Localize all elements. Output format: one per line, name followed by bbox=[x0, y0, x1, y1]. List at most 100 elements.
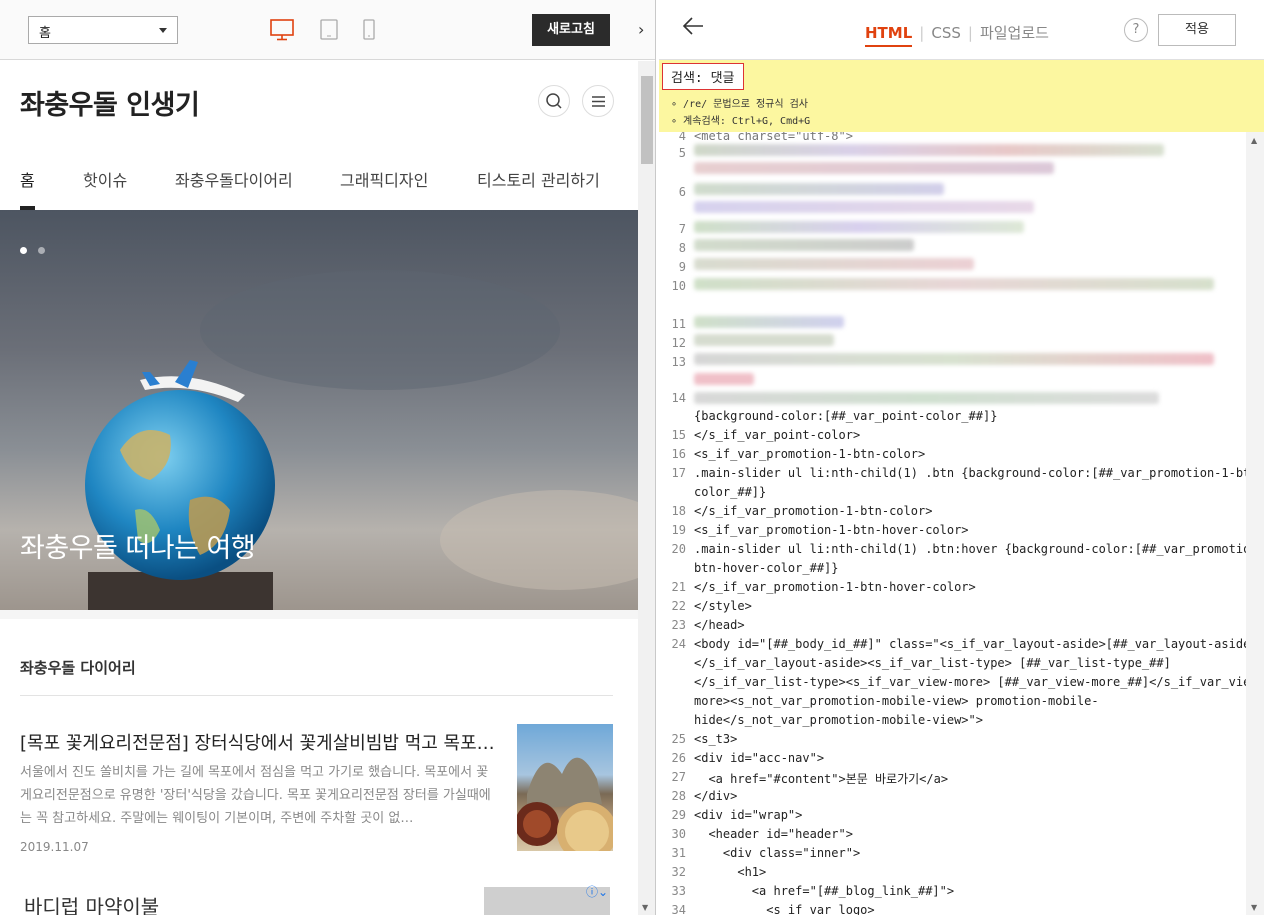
editor-scrollbar[interactable]: ▲ ▼ bbox=[1246, 132, 1264, 915]
line-number: 22 bbox=[671, 599, 686, 613]
post-thumbnail[interactable] bbox=[517, 724, 613, 851]
ad-title[interactable]: 바디럽 마약이불 bbox=[24, 891, 159, 915]
refresh-button[interactable]: 새로고침 bbox=[532, 14, 610, 46]
search-hint-next-text: 계속검색: Ctrl+G, Cmd+G bbox=[683, 116, 811, 127]
post-date: 2019.11.07 bbox=[20, 840, 89, 854]
code-line[interactable]: color_##]} bbox=[694, 485, 766, 499]
preview-scrollbar[interactable] bbox=[638, 61, 655, 915]
line-number: 34 bbox=[671, 903, 686, 915]
line-number: 15 bbox=[671, 428, 686, 442]
tab-separator: | bbox=[919, 24, 925, 42]
nav-item-hot-issue[interactable]: 핫이슈 bbox=[83, 167, 127, 191]
tab-css[interactable]: CSS bbox=[931, 24, 961, 42]
code-line[interactable]: <a href="[##_blog_link_##]"> bbox=[694, 884, 954, 898]
slider-dot-active[interactable] bbox=[20, 247, 27, 254]
search-icon[interactable] bbox=[538, 85, 570, 117]
line-number: 8 bbox=[678, 241, 686, 255]
ad-info-icon[interactable]: ⓘ⌄ bbox=[586, 883, 608, 900]
line-number: 6 bbox=[678, 185, 686, 199]
code-line[interactable]: <s_if_var_promotion-1-btn-color> bbox=[694, 447, 925, 461]
search-hint-next: ∘ 계속검색: Ctrl+G, Cmd+G bbox=[671, 116, 811, 127]
scroll-down-icon[interactable]: ▼ bbox=[1251, 903, 1257, 912]
tab-file-upload[interactable]: 파일업로드 bbox=[980, 24, 1049, 42]
line-number: 18 bbox=[671, 504, 686, 518]
line-number: 5 bbox=[678, 146, 686, 160]
code-line[interactable]: </div> bbox=[694, 789, 737, 803]
code-line[interactable]: hide</s_not_var_promotion-mobile-view>"> bbox=[694, 713, 983, 727]
code-line[interactable]: </head> bbox=[694, 618, 745, 632]
scroll-down-icon[interactable]: ▼ bbox=[642, 903, 648, 912]
nav-item-home[interactable]: 홈 bbox=[20, 167, 35, 191]
help-button[interactable]: ? bbox=[1124, 18, 1148, 42]
menu-icon[interactable] bbox=[582, 85, 614, 117]
code-line[interactable]: <s_if_var_promotion-1-btn-hover-color> bbox=[694, 523, 969, 537]
food-photo bbox=[517, 757, 613, 851]
scroll-up-icon[interactable]: ▲ bbox=[1251, 136, 1257, 145]
nav-item-tistory-admin[interactable]: 티스토리 관리하기 bbox=[477, 167, 600, 191]
tab-html[interactable]: HTML bbox=[865, 24, 913, 47]
search-hint-regex: ∘ /re/ 문법으로 정규식 검사 bbox=[671, 99, 808, 110]
line-number: 25 bbox=[671, 732, 686, 746]
code-line[interactable]: btn-hover-color_##]} bbox=[694, 561, 839, 575]
line-number: 14 bbox=[671, 391, 686, 405]
code-line[interactable]: <div id="wrap"> bbox=[694, 808, 802, 822]
redacted-code bbox=[694, 316, 844, 328]
code-line[interactable]: </style> bbox=[694, 599, 752, 613]
code-line[interactable]: <h1> bbox=[694, 865, 766, 879]
code-line[interactable]: <s_if_var_logo> bbox=[694, 903, 874, 915]
code-line[interactable]: </s_if_var_layout-aside><s_if_var_list-t… bbox=[694, 656, 1171, 670]
redacted-code bbox=[694, 373, 754, 385]
code-line[interactable]: {background-color:[##_var_point-color_##… bbox=[694, 409, 997, 423]
apply-button[interactable]: 적용 bbox=[1158, 14, 1236, 46]
redacted-code bbox=[694, 239, 914, 251]
code-line[interactable]: </s_if_var_point-color> bbox=[694, 428, 860, 442]
line-number: 7 bbox=[678, 222, 686, 236]
code-line[interactable]: <div class="inner"> bbox=[694, 846, 860, 860]
line-number: 13 bbox=[671, 355, 686, 369]
page-select[interactable]: 홈 bbox=[28, 16, 178, 44]
back-arrow-icon[interactable] bbox=[681, 14, 705, 44]
code-line[interactable]: <a href="#content">본문 바로가기</a> bbox=[694, 770, 948, 787]
line-number: 27 bbox=[671, 770, 686, 784]
line-number: 32 bbox=[671, 865, 686, 879]
slider-dot[interactable] bbox=[38, 247, 45, 254]
code-line[interactable]: more><s_not_var_promotion-mobile-view> p… bbox=[694, 694, 1099, 708]
hero-slider[interactable]: 좌충우돌 떠나는 여행 bbox=[0, 210, 638, 610]
line-number: 4 bbox=[678, 132, 686, 143]
code-editor[interactable]: 4 <meta charset="utf-8"> 5 6 7 8 9 10 11 12 13 14 {b… bbox=[659, 132, 1246, 915]
code-line[interactable]: <body id="[##_body_id_##]" class="<s_if_… bbox=[694, 637, 1246, 651]
preview-pane: 홈 새로고침 › 좌충우돌 인생기 홈 핫이슈 좌충우돌다이어리 그래픽디자인 … bbox=[0, 0, 656, 915]
code-line[interactable]: .main-slider ul li:nth-child(1) .btn {ba… bbox=[694, 466, 1246, 480]
redacted-code bbox=[694, 392, 1159, 404]
redacted-code bbox=[694, 258, 974, 270]
code-line[interactable]: </s_if_var_promotion-1-btn-color> bbox=[694, 504, 932, 518]
line-number: 23 bbox=[671, 618, 686, 632]
line-number: 20 bbox=[671, 542, 686, 556]
tablet-view-icon[interactable] bbox=[320, 19, 338, 45]
blog-title[interactable]: 좌충우돌 인생기 bbox=[20, 83, 200, 122]
post-excerpt[interactable]: 서울에서 진도 쏠비치를 가는 길에 목포에서 점심을 먹고 가기로 했습니다.… bbox=[20, 761, 498, 830]
line-number: 28 bbox=[671, 789, 686, 803]
hero-title[interactable]: 좌충우돌 떠나는 여행 bbox=[20, 526, 256, 565]
search-input[interactable]: 검색: 댓글 bbox=[662, 63, 744, 90]
page-select-value: 홈 bbox=[39, 26, 51, 41]
code-line[interactable]: </s_if_var_promotion-1-btn-hover-color> bbox=[694, 580, 976, 594]
line-number: 31 bbox=[671, 846, 686, 860]
code-line[interactable]: <meta charset="utf-8"> bbox=[694, 132, 853, 143]
code-line[interactable]: <s_t3> bbox=[694, 732, 737, 746]
line-number: 26 bbox=[671, 751, 686, 765]
code-line[interactable]: </s_if_var_list-type><s_if_var_view-more… bbox=[694, 675, 1246, 689]
redacted-code bbox=[694, 278, 1214, 290]
editor-pane: HTML | CSS | 파일업로드 ? 적용 검색: 댓글 ∘ /re/ 문법으로 정… bbox=[659, 0, 1264, 915]
nav-item-diary[interactable]: 좌충우돌다이어리 bbox=[175, 167, 293, 191]
post-title[interactable]: [목포 꽃게요리전문점] 장터식당에서 꽃게살비빔밥 먹고 목포… bbox=[20, 729, 500, 755]
code-line[interactable]: <header id="header"> bbox=[694, 827, 853, 841]
mobile-view-icon[interactable] bbox=[363, 19, 375, 45]
line-number: 10 bbox=[671, 279, 686, 293]
code-line[interactable]: <div id="acc-nav"> bbox=[694, 751, 824, 765]
nav-item-graphic-design[interactable]: 그래픽디자인 bbox=[340, 167, 428, 191]
code-line[interactable]: .main-slider ul li:nth-child(1) .btn:hov… bbox=[694, 542, 1246, 556]
chevron-right-icon[interactable]: › bbox=[638, 20, 644, 39]
preview-scrollbar-thumb[interactable] bbox=[641, 76, 653, 164]
desktop-view-icon[interactable] bbox=[270, 19, 294, 45]
